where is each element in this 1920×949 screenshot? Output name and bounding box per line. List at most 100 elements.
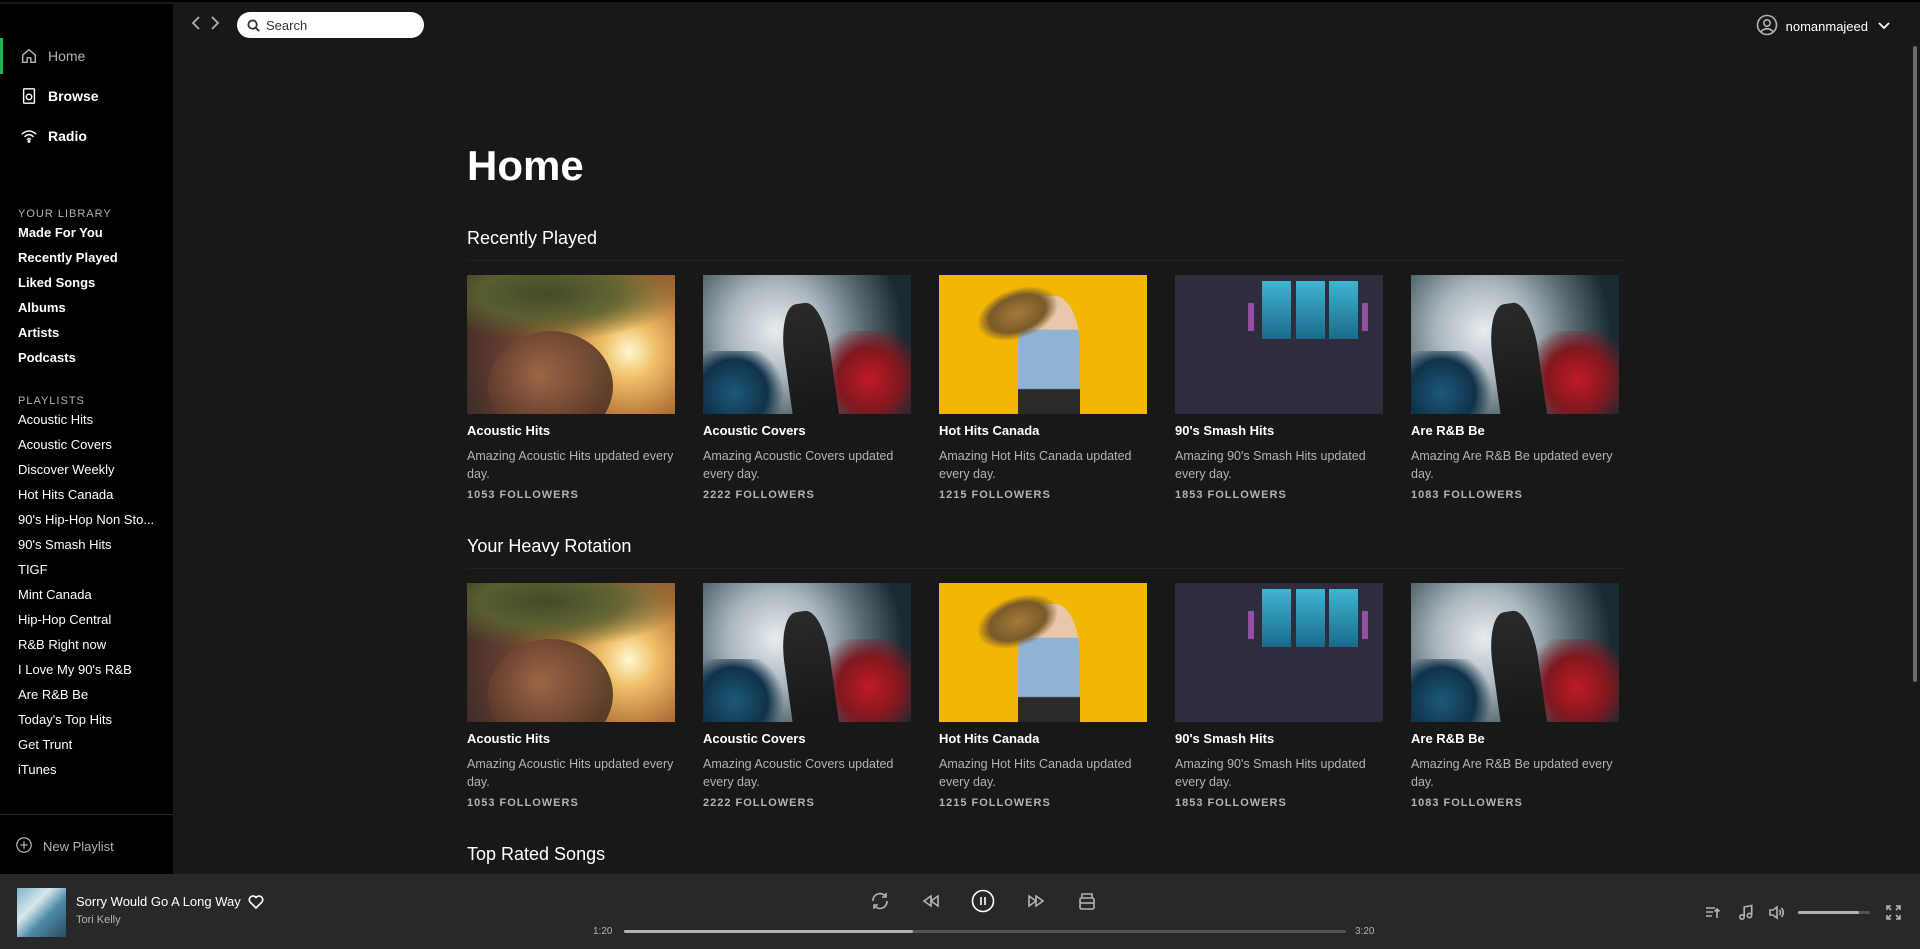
nav-radio[interactable]: Radio [0,118,173,154]
card-description: Amazing Are R&B Be updated every day. [1411,449,1613,481]
sidebar-divider [0,814,173,815]
library-item-artists[interactable]: Artists [18,325,59,340]
heart-icon[interactable] [248,894,264,915]
playlist-card[interactable]: Are R&B Be Amazing Are R&B Be updated ev… [1411,275,1619,501]
card-title[interactable]: Acoustic Covers [703,423,911,438]
library-item-liked-songs[interactable]: Liked Songs [18,275,95,290]
playlist-item[interactable]: Get Trunt [18,737,158,752]
section-title-recently-played: Recently Played [467,228,598,248]
playlist-card[interactable]: 90's Smash Hits Amazing 90's Smash Hits … [1175,583,1383,809]
repeat-icon[interactable] [867,888,893,914]
app-window: Home Browse Radio YOUR LIBRARY Made For … [0,0,1920,949]
card-followers: 1053 FOLLOWERS [467,797,579,809]
radio-icon [18,125,40,147]
card-followers: 1083 FOLLOWERS [1411,489,1523,501]
playlist-item[interactable]: Discover Weekly [18,462,158,477]
card-title[interactable]: Are R&B Be [1411,731,1619,746]
playlist-item[interactable]: 90's Smash Hits [18,537,158,552]
card-description: Amazing 90's Smash Hits updated every da… [1175,449,1366,481]
playlist-item[interactable]: Acoustic Covers [18,437,158,452]
queue-icon[interactable] [1704,904,1721,926]
playlist-item[interactable]: Are R&B Be [18,687,158,702]
now-playing-artist[interactable]: Tori Kelly [76,914,121,926]
card-description: Amazing Acoustic Hits updated every day. [467,449,674,481]
playlist-cover-image [1411,275,1619,414]
playlist-card[interactable]: Are R&B Be Amazing Are R&B Be updated ev… [1411,583,1619,809]
lyrics-icon[interactable] [1737,904,1754,926]
nav-home[interactable]: Home [0,38,173,74]
playlist-cover-image [939,275,1147,414]
playlists-heading: PLAYLISTS [18,395,85,407]
pause-icon[interactable] [970,888,996,914]
playlist-item[interactable]: Hot Hits Canada [18,487,158,502]
plus-circle-icon [15,836,35,856]
fullscreen-icon[interactable] [1885,904,1902,926]
library-item-albums[interactable]: Albums [18,300,66,315]
playlist-cover-image [1175,275,1383,414]
section-divider [467,260,1627,261]
device-icon[interactable] [1074,888,1100,914]
playlist-item[interactable]: Acoustic Hits [18,412,158,427]
user-menu[interactable]: nomanmajeed [1756,14,1890,39]
volume-slider[interactable] [1798,911,1870,914]
playlist-cover-image [1175,583,1383,722]
main-scrollbar[interactable] [1910,46,1920,686]
playlist-card[interactable]: Acoustic Hits Amazing Acoustic Hits upda… [467,583,675,809]
card-followers: 1053 FOLLOWERS [467,489,579,501]
new-playlist-button[interactable]: New Playlist [15,836,114,856]
card-description: Amazing Acoustic Covers updated every da… [703,449,894,481]
volume-icon[interactable] [1768,904,1785,926]
playlist-card[interactable]: Hot Hits Canada Amazing Hot Hits Canada … [939,583,1147,809]
now-playing-cover[interactable] [17,888,66,937]
search-input[interactable] [266,17,416,33]
card-title[interactable]: Acoustic Hits [467,731,675,746]
playlist-cover-image [467,583,675,722]
playlist-cover-image [1411,583,1619,722]
chevron-down-icon [1878,19,1890,34]
playlist-item[interactable]: I Love My 90's R&B [18,662,158,677]
playlist-item[interactable]: 90's Hip-Hop Non Sto... [18,512,158,527]
library-item-made-for-you[interactable]: Made For You [18,225,103,240]
card-title[interactable]: Are R&B Be [1411,423,1619,438]
home-icon [18,45,40,67]
card-title[interactable]: Acoustic Covers [703,731,911,746]
card-title[interactable]: 90's Smash Hits [1175,731,1383,746]
card-title[interactable]: Acoustic Hits [467,423,675,438]
playlist-card[interactable]: Hot Hits Canada Amazing Hot Hits Canada … [939,275,1147,501]
nav-browse[interactable]: Browse [0,78,173,114]
playlist-card[interactable]: Acoustic Covers Amazing Acoustic Covers … [703,583,911,809]
elapsed-time: 1:20 [593,926,613,937]
sidebar: Home Browse Radio YOUR LIBRARY Made For … [0,4,173,874]
playlist-card[interactable]: 90's Smash Hits Amazing 90's Smash Hits … [1175,275,1383,501]
progress-bar[interactable] [624,930,1346,933]
scrollbar-thumb[interactable] [1913,46,1917,682]
previous-icon[interactable] [918,888,944,914]
card-followers: 1215 FOLLOWERS [939,797,1051,809]
browse-icon [18,85,40,107]
playlist-item[interactable]: Today's Top Hits [18,712,158,727]
playlist-item[interactable]: R&B Right now [18,637,158,652]
now-playing-title[interactable]: Sorry Would Go A Long Way [76,894,241,909]
next-icon[interactable] [1023,888,1049,914]
playlist-item[interactable]: Mint Canada [18,587,158,602]
library-item-podcasts[interactable]: Podcasts [18,350,76,365]
forward-arrow-icon[interactable] [209,16,223,32]
playlist-cover-image [939,583,1147,722]
card-title[interactable]: 90's Smash Hits [1175,423,1383,438]
playlist-card[interactable]: Acoustic Hits Amazing Acoustic Hits upda… [467,275,675,501]
username: nomanmajeed [1785,19,1868,34]
playlist-card[interactable]: Acoustic Covers Amazing Acoustic Covers … [703,275,911,501]
playlist-item[interactable]: iTunes [18,762,158,777]
playlist-item[interactable]: Hip-Hop Central [18,612,158,627]
playlist-cover-image [703,275,911,414]
nav-radio-label: Radio [48,128,87,144]
library-item-recently-played[interactable]: Recently Played [18,250,118,265]
back-arrow-icon[interactable] [190,16,204,32]
card-description: Amazing Acoustic Hits updated every day. [467,757,674,789]
playlist-item[interactable]: TIGF [18,562,158,577]
card-title[interactable]: Hot Hits Canada [939,423,1147,438]
search-bar[interactable] [237,12,424,38]
card-title[interactable]: Hot Hits Canada [939,731,1147,746]
volume-fill [1798,911,1860,914]
card-followers: 1083 FOLLOWERS [1411,797,1523,809]
